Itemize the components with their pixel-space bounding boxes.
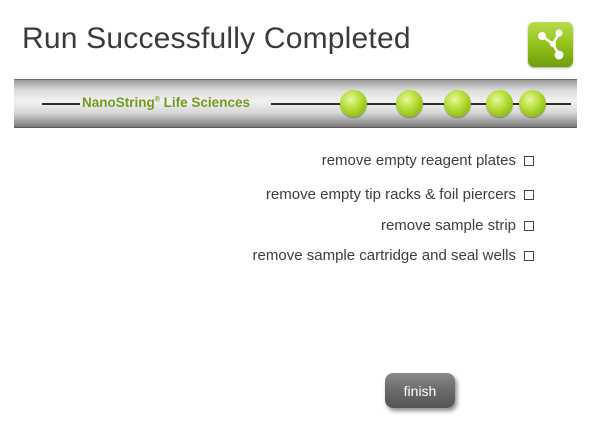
checklist-item-reagent-plates[interactable]: remove empty reagent plates xyxy=(322,152,534,169)
checklist-label: remove empty reagent plates xyxy=(321,152,516,169)
checklist: remove empty reagent plates remove empty… xyxy=(0,0,591,438)
checkbox[interactable] xyxy=(524,189,534,200)
checklist-label: remove empty tip racks & foil piercers xyxy=(265,186,516,203)
checklist-item-sample-strip[interactable]: remove sample strip xyxy=(381,217,534,234)
checklist-item-tip-racks[interactable]: remove empty tip racks & foil piercers xyxy=(266,186,534,203)
checkbox[interactable] xyxy=(524,155,534,166)
finish-button[interactable]: finish xyxy=(385,373,455,408)
checklist-label: remove sample cartridge and seal wells xyxy=(252,247,516,264)
checkbox[interactable] xyxy=(524,250,534,261)
checklist-label: remove sample strip xyxy=(380,217,516,234)
checkbox[interactable] xyxy=(524,220,534,231)
checklist-item-sample-cartridge[interactable]: remove sample cartridge and seal wells xyxy=(253,247,534,264)
